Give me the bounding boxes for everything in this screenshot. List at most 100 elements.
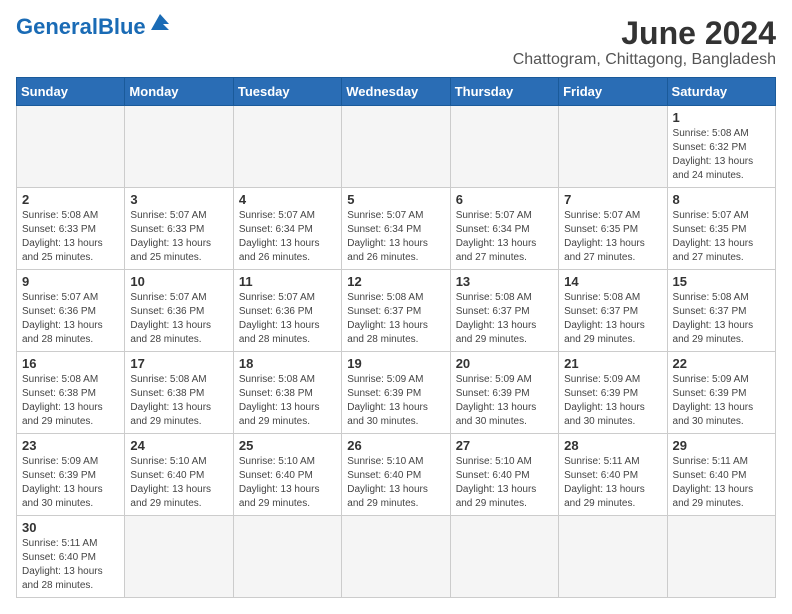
- calendar-cell: 10 Sunrise: 5:07 AMSunset: 6:36 PMDayligh…: [125, 270, 233, 352]
- day-number: 2: [22, 192, 119, 207]
- calendar-cell: [559, 516, 667, 598]
- calendar-table: SundayMondayTuesdayWednesdayThursdayFrid…: [16, 77, 776, 598]
- calendar-cell: 11 Sunrise: 5:07 AMSunset: 6:36 PMDayligh…: [233, 270, 341, 352]
- calendar-cell: 9 Sunrise: 5:07 AMSunset: 6:36 PMDaylight…: [17, 270, 125, 352]
- day-number: 4: [239, 192, 336, 207]
- day-number: 14: [564, 274, 661, 289]
- location-subtitle: Chattogram, Chittagong, Bangladesh: [513, 51, 776, 69]
- day-info: Sunrise: 5:08 AMSunset: 6:38 PMDaylight:…: [22, 373, 119, 429]
- day-number: 3: [130, 192, 227, 207]
- day-number: 12: [347, 274, 444, 289]
- calendar-cell: 20 Sunrise: 5:09 AMSunset: 6:39 PMDayligh…: [450, 352, 558, 434]
- day-info: Sunrise: 5:07 AMSunset: 6:34 PMDaylight:…: [239, 209, 336, 265]
- calendar-cell: 18Sunrise: 5:08 AMSunset: 6:38 PMDayligh…: [233, 352, 341, 434]
- month-title: June 2024: [513, 16, 776, 51]
- calendar-cell: [125, 106, 233, 188]
- day-info: Sunrise: 5:07 AMSunset: 6:34 PMDaylight:…: [347, 209, 444, 265]
- calendar-week-row: 23Sunrise: 5:09 AMSunset: 6:39 PMDayligh…: [17, 434, 776, 516]
- calendar-cell: 17 Sunrise: 5:08 AMSunset: 6:38 PMDayligh…: [125, 352, 233, 434]
- day-number: 5: [347, 192, 444, 207]
- day-number: 11: [239, 274, 336, 289]
- calendar-cell: 27 Sunrise: 5:10 AMSunset: 6:40 PMDayligh…: [450, 434, 558, 516]
- calendar-cell: [17, 106, 125, 188]
- calendar-cell: 29Sunrise: 5:11 AMSunset: 6:40 PMDayligh…: [667, 434, 775, 516]
- calendar-cell: 1 Sunrise: 5:08 AMSunset: 6:32 PMDaylight…: [667, 106, 775, 188]
- calendar-cell: 21 Sunrise: 5:09 AMSunset: 6:39 PMDayligh…: [559, 352, 667, 434]
- day-info: Sunrise: 5:09 AMSunset: 6:39 PMDaylight:…: [456, 373, 553, 429]
- calendar-week-row: 9 Sunrise: 5:07 AMSunset: 6:36 PMDaylight…: [17, 270, 776, 352]
- calendar-cell: 28Sunrise: 5:11 AMSunset: 6:40 PMDayligh…: [559, 434, 667, 516]
- day-number: 15: [673, 274, 770, 289]
- day-number: 28: [564, 438, 661, 453]
- day-info: Sunrise: 5:09 AMSunset: 6:39 PMDaylight:…: [564, 373, 661, 429]
- day-info: Sunrise: 5:07 AMSunset: 6:36 PMDaylight:…: [130, 291, 227, 347]
- calendar-cell: 19Sunrise: 5:09 AMSunset: 6:39 PMDayligh…: [342, 352, 450, 434]
- day-number: 27: [456, 438, 553, 453]
- day-info: Sunrise: 5:08 AMSunset: 6:38 PMDaylight:…: [239, 373, 336, 429]
- day-info: Sunrise: 5:11 AMSunset: 6:40 PMDaylight:…: [22, 537, 119, 593]
- logo-general: General: [16, 14, 98, 39]
- calendar-cell: 7Sunrise: 5:07 AMSunset: 6:35 PMDaylight…: [559, 188, 667, 270]
- title-section: June 2024 Chattogram, Chittagong, Bangla…: [513, 16, 776, 69]
- calendar-cell: 3 Sunrise: 5:07 AMSunset: 6:33 PMDaylight…: [125, 188, 233, 270]
- calendar-cell: [450, 516, 558, 598]
- calendar-cell: 23Sunrise: 5:09 AMSunset: 6:39 PMDayligh…: [17, 434, 125, 516]
- day-info: Sunrise: 5:08 AMSunset: 6:32 PMDaylight:…: [673, 127, 770, 183]
- calendar-cell: 8 Sunrise: 5:07 AMSunset: 6:35 PMDaylight…: [667, 188, 775, 270]
- calendar-cell: 13 Sunrise: 5:08 AMSunset: 6:37 PMDayligh…: [450, 270, 558, 352]
- calendar-cell: [125, 516, 233, 598]
- logo-blue: Blue: [98, 14, 146, 39]
- calendar-cell: [233, 516, 341, 598]
- day-info: Sunrise: 5:08 AMSunset: 6:33 PMDaylight:…: [22, 209, 119, 265]
- calendar-cell: 2 Sunrise: 5:08 AMSunset: 6:33 PMDaylight…: [17, 188, 125, 270]
- day-number: 24: [130, 438, 227, 453]
- day-info: Sunrise: 5:10 AMSunset: 6:40 PMDaylight:…: [239, 455, 336, 511]
- logo: GeneralBlue: [16, 16, 171, 38]
- day-number: 17: [130, 356, 227, 371]
- day-info: Sunrise: 5:08 AMSunset: 6:37 PMDaylight:…: [347, 291, 444, 347]
- calendar-cell: 14Sunrise: 5:08 AMSunset: 6:37 PMDayligh…: [559, 270, 667, 352]
- day-number: 8: [673, 192, 770, 207]
- calendar-cell: 4 Sunrise: 5:07 AMSunset: 6:34 PMDaylight…: [233, 188, 341, 270]
- day-number: 30: [22, 520, 119, 535]
- day-number: 10: [130, 274, 227, 289]
- calendar-cell: 12 Sunrise: 5:08 AMSunset: 6:37 PMDayligh…: [342, 270, 450, 352]
- day-number: 9: [22, 274, 119, 289]
- day-info: Sunrise: 5:09 AMSunset: 6:39 PMDaylight:…: [673, 373, 770, 429]
- calendar-week-row: 2 Sunrise: 5:08 AMSunset: 6:33 PMDaylight…: [17, 188, 776, 270]
- day-info: Sunrise: 5:07 AMSunset: 6:36 PMDaylight:…: [22, 291, 119, 347]
- day-header-thursday: Thursday: [450, 78, 558, 106]
- calendar-cell: 22 Sunrise: 5:09 AMSunset: 6:39 PMDayligh…: [667, 352, 775, 434]
- day-number: 20: [456, 356, 553, 371]
- calendar-cell: 16Sunrise: 5:08 AMSunset: 6:38 PMDayligh…: [17, 352, 125, 434]
- day-number: 29: [673, 438, 770, 453]
- day-number: 22: [673, 356, 770, 371]
- day-header-tuesday: Tuesday: [233, 78, 341, 106]
- day-info: Sunrise: 5:07 AMSunset: 6:36 PMDaylight:…: [239, 291, 336, 347]
- day-number: 21: [564, 356, 661, 371]
- day-info: Sunrise: 5:10 AMSunset: 6:40 PMDaylight:…: [456, 455, 553, 511]
- day-number: 26: [347, 438, 444, 453]
- calendar-week-row: 1 Sunrise: 5:08 AMSunset: 6:32 PMDaylight…: [17, 106, 776, 188]
- calendar-cell: [667, 516, 775, 598]
- day-info: Sunrise: 5:07 AMSunset: 6:33 PMDaylight:…: [130, 209, 227, 265]
- calendar-cell: 25 Sunrise: 5:10 AMSunset: 6:40 PMDayligh…: [233, 434, 341, 516]
- day-number: 1: [673, 110, 770, 125]
- day-info: Sunrise: 5:07 AMSunset: 6:34 PMDaylight:…: [456, 209, 553, 265]
- day-info: Sunrise: 5:07 AMSunset: 6:35 PMDaylight:…: [564, 209, 661, 265]
- calendar-cell: [559, 106, 667, 188]
- calendar-cell: 15Sunrise: 5:08 AMSunset: 6:37 PMDayligh…: [667, 270, 775, 352]
- day-number: 25: [239, 438, 336, 453]
- day-info: Sunrise: 5:08 AMSunset: 6:38 PMDaylight:…: [130, 373, 227, 429]
- day-info: Sunrise: 5:10 AMSunset: 6:40 PMDaylight:…: [347, 455, 444, 511]
- day-header-friday: Friday: [559, 78, 667, 106]
- calendar-cell: 24Sunrise: 5:10 AMSunset: 6:40 PMDayligh…: [125, 434, 233, 516]
- calendar-cell: 6Sunrise: 5:07 AMSunset: 6:34 PMDaylight…: [450, 188, 558, 270]
- day-info: Sunrise: 5:09 AMSunset: 6:39 PMDaylight:…: [22, 455, 119, 511]
- day-header-wednesday: Wednesday: [342, 78, 450, 106]
- day-info: Sunrise: 5:08 AMSunset: 6:37 PMDaylight:…: [456, 291, 553, 347]
- day-number: 13: [456, 274, 553, 289]
- day-info: Sunrise: 5:07 AMSunset: 6:35 PMDaylight:…: [673, 209, 770, 265]
- calendar-cell: [342, 106, 450, 188]
- calendar-cell: 5 Sunrise: 5:07 AMSunset: 6:34 PMDaylight…: [342, 188, 450, 270]
